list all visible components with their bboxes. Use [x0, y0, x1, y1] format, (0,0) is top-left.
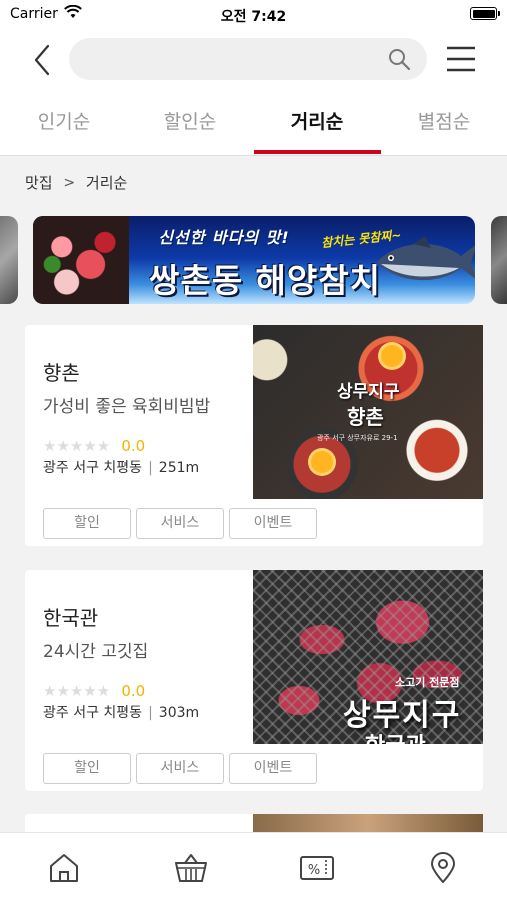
- tag-buttons: 할인 서비스 이벤트: [43, 508, 322, 539]
- hamburger-menu-icon[interactable]: [446, 44, 476, 74]
- bottom-nav: %: [0, 832, 507, 900]
- divider: |: [148, 460, 153, 476]
- discount-button[interactable]: 할인: [43, 753, 131, 784]
- restaurant-photo[interactable]: [253, 814, 483, 834]
- restaurant-photo[interactable]: 소고기 전문점 상무지구 한국관: [253, 570, 483, 744]
- location-pin-icon[interactable]: [426, 851, 460, 885]
- breadcrumb-category[interactable]: 맛집: [25, 172, 53, 193]
- event-button[interactable]: 이벤트: [229, 753, 317, 784]
- tag-buttons: 할인 서비스 이벤트: [43, 753, 322, 784]
- discount-button[interactable]: 할인: [43, 508, 131, 539]
- service-button[interactable]: 서비스: [136, 508, 224, 539]
- breadcrumb-current: 거리순: [85, 174, 128, 192]
- search-input[interactable]: [87, 38, 377, 80]
- restaurant-distance: 303m: [158, 705, 200, 721]
- restaurant-distance: 251m: [158, 460, 200, 476]
- photo-caption-area: 상무지구: [337, 382, 400, 402]
- battery-icon: [470, 7, 500, 20]
- star-rating-icon: ★★★★★: [43, 436, 111, 455]
- sort-tabs: 인기순 할인순 거리순 별점순: [0, 92, 507, 156]
- restaurant-name: 향촌: [43, 361, 80, 385]
- egg-yolk: [311, 451, 333, 473]
- active-tab-indicator: [254, 150, 381, 154]
- photo-caption-name: 향촌: [347, 405, 384, 429]
- restaurant-description: 24시간 고깃집: [43, 642, 149, 662]
- tab-discount[interactable]: 할인순: [130, 92, 250, 155]
- photo-caption-name: 한국관: [365, 728, 426, 744]
- restaurant-description: 가성비 좋은 육회비빔밥: [43, 397, 211, 417]
- basket-icon[interactable]: [174, 851, 208, 885]
- header: [0, 30, 507, 92]
- tab-popular[interactable]: 인기순: [4, 92, 124, 155]
- rating-value: 0.0: [121, 436, 146, 455]
- divider: |: [148, 705, 153, 721]
- photo-caption-tagline: 소고기 전문점: [395, 676, 460, 689]
- egg-yolk: [381, 345, 403, 367]
- restaurant-card[interactable]: 향촌 가성비 좋은 육회비빔밥 ★★★★★ 0.0 광주 서구 치평동 | 251m…: [25, 325, 483, 546]
- promo-banner[interactable]: 신선한 바다의 맛! 쌍촌동 해양참치 참치는 못참찌~: [33, 216, 475, 304]
- breadcrumb: 맛집 > 거리순: [25, 172, 127, 193]
- tab-rating[interactable]: 별점순: [384, 92, 504, 155]
- status-bar: Carrier 오전 7:42: [0, 0, 507, 30]
- banner-title: 쌍촌동 해양참치: [148, 261, 381, 300]
- restaurant-location: 광주 서구 치평동: [43, 460, 143, 476]
- rating-row: ★★★★★ 0.0: [43, 435, 145, 455]
- status-time: 오전 7:42: [220, 9, 287, 25]
- banner-prev-peek[interactable]: [0, 216, 18, 304]
- restaurant-name: 한국관: [43, 606, 99, 630]
- search-icon[interactable]: [387, 47, 411, 71]
- rating-row: ★★★★★ 0.0: [43, 680, 145, 700]
- restaurant-card[interactable]: 한국관 24시간 고깃집 ★★★★★ 0.0 광주 서구 치평동 | 303m 소고…: [25, 570, 483, 791]
- home-icon[interactable]: [47, 851, 81, 885]
- restaurant-photo[interactable]: 상무지구 향촌 광주 서구 상무자유로 29-1: [253, 325, 483, 499]
- svg-text:%: %: [308, 863, 320, 878]
- location-row: 광주 서구 치평동 | 303m: [43, 702, 199, 722]
- event-button[interactable]: 이벤트: [229, 508, 317, 539]
- back-arrow-icon[interactable]: [28, 42, 58, 78]
- location-row: 광주 서구 치평동 | 251m: [43, 457, 199, 477]
- coupon-icon[interactable]: %: [300, 851, 334, 885]
- restaurant-location: 광주 서구 치평동: [43, 705, 143, 721]
- banner-next-peek[interactable]: [491, 216, 507, 304]
- tuna-fish-image: [377, 236, 475, 281]
- star-rating-icon: ★★★★★: [43, 681, 111, 700]
- banner-tagline: 신선한 바다의 맛!: [158, 228, 290, 247]
- chevron-right-icon: >: [63, 174, 76, 191]
- search-bar[interactable]: [69, 38, 427, 80]
- service-button[interactable]: 서비스: [136, 753, 224, 784]
- rating-value: 0.0: [121, 681, 146, 700]
- photo-caption-address: 광주 서구 상무자유로 29-1: [317, 434, 398, 442]
- tab-distance[interactable]: 거리순: [257, 92, 377, 155]
